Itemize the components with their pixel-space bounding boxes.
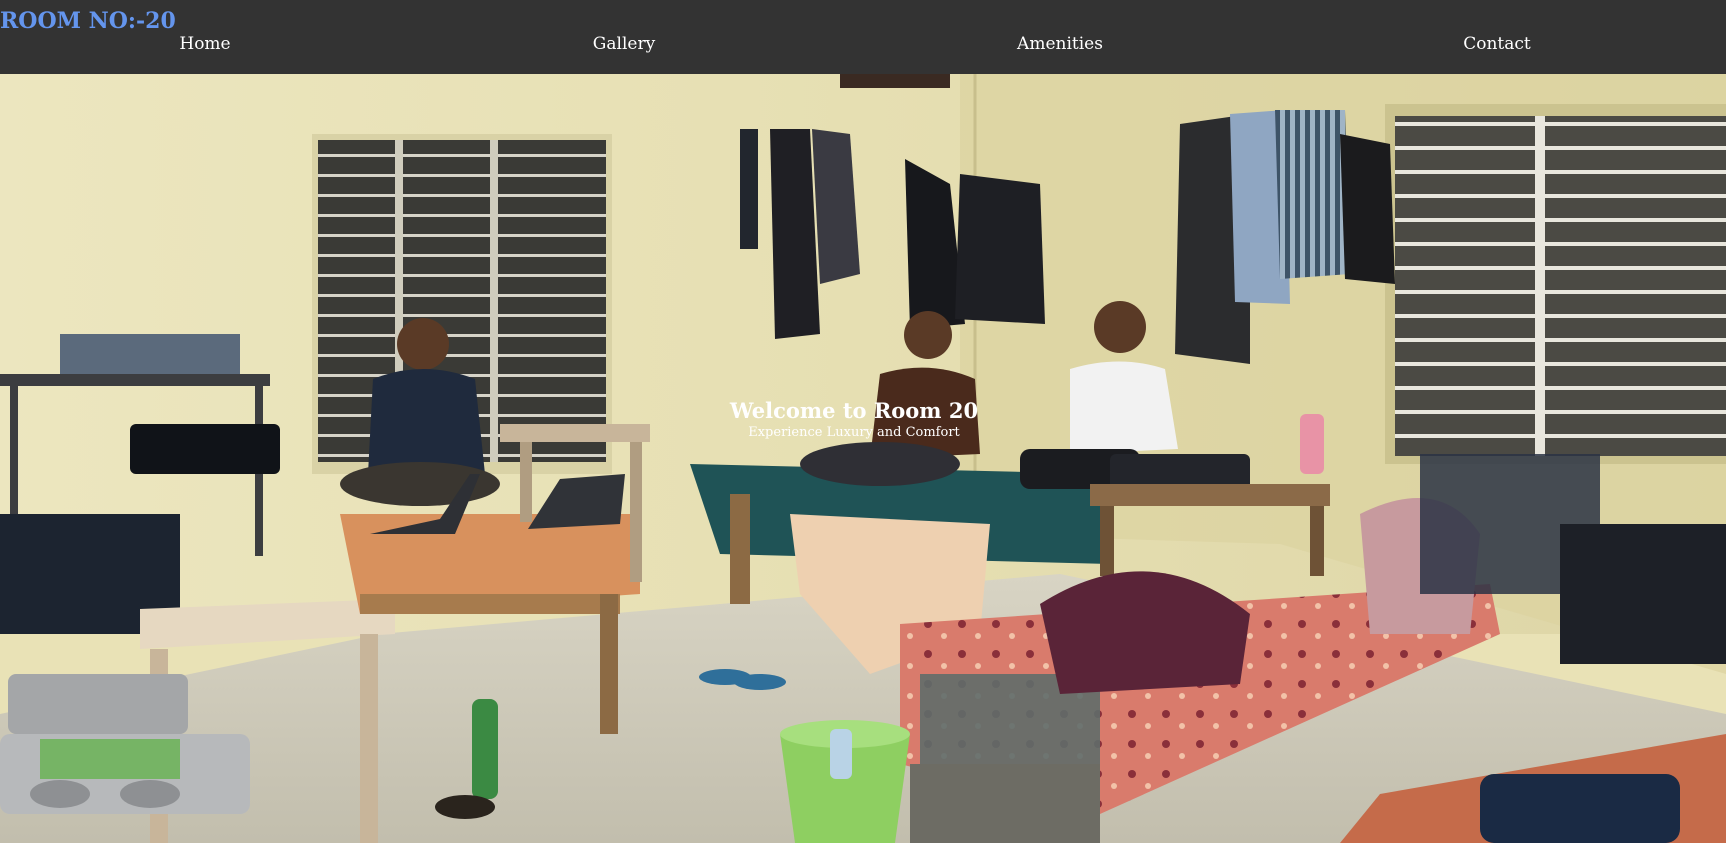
hero-background-image [0,74,1726,843]
site-title: ROOM NO:-20 [0,8,176,34]
nav-amenities-link[interactable]: Amenities [1017,34,1103,54]
nav-gallery-link[interactable]: Gallery [593,34,655,54]
nav-contact-link[interactable]: Contact [1463,34,1531,54]
hero-section: Welcome to Room 20 Experience Luxury and… [0,74,1726,843]
site-header: ROOM NO:-20 Home Gallery Amenities Conta… [0,0,1726,74]
main-nav: Home Gallery Amenities Contact [0,34,1726,60]
hero-caption: Welcome to Room 20 Experience Luxury and… [730,398,978,442]
hero-subtitle: Experience Luxury and Comfort [748,425,960,440]
nav-home-link[interactable]: Home [179,34,230,54]
hero-title: Welcome to Room 20 [729,398,979,423]
